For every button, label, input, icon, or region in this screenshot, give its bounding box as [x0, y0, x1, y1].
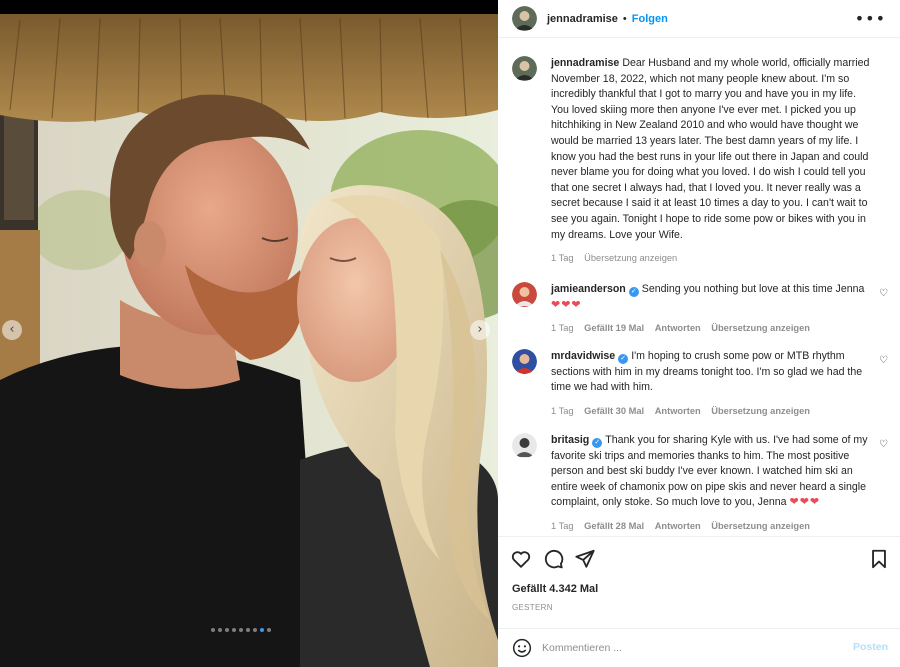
comment-likes[interactable]: Gefällt 28 Mal [584, 521, 644, 531]
post-photo: ‹ › [0, 0, 498, 667]
carousel-dot [239, 628, 243, 632]
translate-link[interactable]: Übersetzung anzeigen [711, 406, 810, 416]
comment-likes[interactable]: Gefällt 30 Mal [584, 406, 644, 416]
like-comment-heart-icon[interactable]: ♡ [879, 288, 888, 299]
couple-kiss-photo [0, 0, 498, 667]
caption-username[interactable]: jennadramise [551, 57, 619, 69]
reply-button[interactable]: Antworten [655, 521, 701, 531]
reply-button[interactable]: Antworten [655, 406, 701, 416]
comment-meta: 1 Tag Gefällt 28 Mal Antworten Übersetzu… [551, 519, 871, 535]
like-comment-heart-icon[interactable]: ♡ [879, 439, 888, 450]
emoji-icon[interactable] [512, 638, 532, 658]
heart-emoji: ❤❤❤ [551, 298, 582, 311]
comment-meta: 1 Tag Gefällt 19 Mal Antworten Übersetzu… [551, 321, 871, 337]
post-panel: jennadramise • Folgen ••• jennadramise De… [498, 0, 900, 667]
more-horizontal-icon[interactable]: ••• [855, 9, 886, 28]
carousel-dot [218, 628, 222, 632]
caption-time: 1 Tag [551, 253, 574, 264]
commenter-avatar[interactable] [512, 349, 537, 374]
verified-badge-icon: ✓ [618, 354, 629, 364]
author-avatar[interactable] [512, 56, 537, 81]
carousel-dot [267, 628, 271, 632]
carousel-dot [253, 628, 257, 632]
likes-count[interactable]: Gefällt 4.342 Mal [512, 583, 598, 595]
carousel-dots [211, 628, 271, 632]
bookmark-icon[interactable] [868, 548, 890, 570]
like-comment-heart-icon[interactable]: ♡ [879, 355, 888, 366]
share-icon[interactable] [574, 548, 596, 570]
post-comment-button[interactable]: Posten [853, 641, 888, 653]
comment-username[interactable]: jamieanderson [551, 283, 626, 295]
carousel-prev-button[interactable]: ‹ [2, 320, 22, 340]
commenter-avatar[interactable] [512, 433, 537, 458]
caption-text: Dear Husband and my whole world, officia… [551, 57, 870, 241]
header-separator: • [622, 12, 627, 25]
comment-username[interactable]: britasig [551, 434, 589, 446]
comment-text: Sending you nothing but love at this tim… [641, 283, 865, 295]
carousel-dot [232, 628, 236, 632]
follow-button[interactable]: Folgen [632, 13, 668, 25]
carousel-dot [246, 628, 250, 632]
post-header: jennadramise • Folgen ••• [498, 0, 900, 38]
caption-translate-link[interactable]: Übersetzung anzeigen [584, 253, 677, 263]
caption-meta: 1 Tag Übersetzung anzeigen [551, 251, 871, 267]
carousel-dot [225, 628, 229, 632]
carousel-dot [211, 628, 215, 632]
author-avatar[interactable] [512, 6, 537, 31]
comment-time: 1 Tag [551, 520, 574, 531]
heart-emoji: ❤❤❤ [789, 496, 821, 509]
author-username[interactable]: jennadramise [547, 13, 618, 25]
comment-icon[interactable] [542, 548, 564, 570]
post-actions: Gefällt 4.342 Mal GESTERN [498, 536, 900, 628]
heart-icon[interactable] [510, 548, 532, 570]
comment-input[interactable] [542, 639, 842, 657]
translate-link[interactable]: Übersetzung anzeigen [711, 323, 810, 333]
commenter-avatar[interactable] [512, 282, 537, 307]
translate-link[interactable]: Übersetzung anzeigen [711, 521, 810, 531]
carousel-next-button[interactable]: › [470, 320, 490, 340]
comment-username[interactable]: mrdavidwise [551, 350, 615, 362]
carousel-dot [260, 628, 264, 632]
reply-button[interactable]: Antworten [655, 323, 701, 333]
comment-bar: Posten [498, 628, 900, 667]
post-date: GESTERN [512, 603, 553, 612]
comments-list[interactable]: jennadramise Dear Husband and my whole wo… [498, 39, 900, 535]
comment-meta: 1 Tag Gefällt 30 Mal Antworten Übersetzu… [551, 404, 871, 420]
comment-time: 1 Tag [551, 323, 574, 334]
verified-badge-icon: ✓ [628, 287, 639, 297]
comment-time: 1 Tag [551, 405, 574, 416]
verified-badge-icon: ✓ [592, 438, 603, 448]
comment-likes[interactable]: Gefällt 19 Mal [584, 323, 644, 333]
